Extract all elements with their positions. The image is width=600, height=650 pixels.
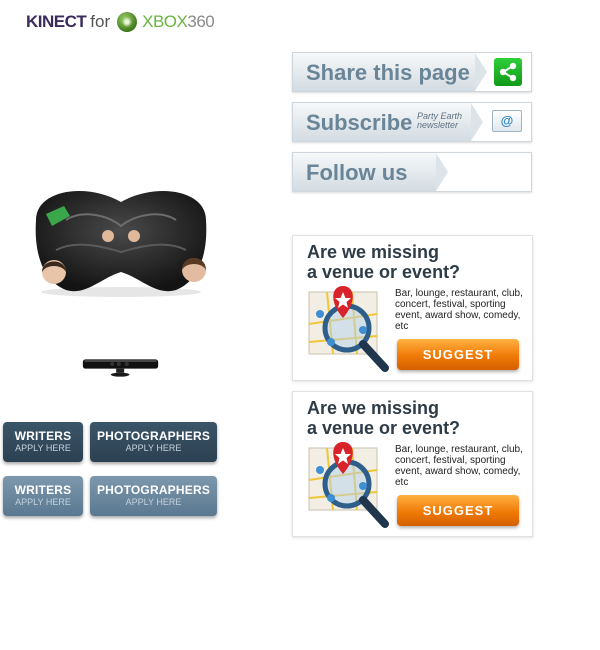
suggest-description: Bar, lounge, restaurant, club, concert, … xyxy=(395,288,523,332)
kinect-xbox-logo: KINECT for XBOX360 xyxy=(26,10,215,34)
share-tab: Share this page xyxy=(293,53,487,91)
kinect-brand-text: KINECT xyxy=(26,12,87,31)
photographers-apply-button[interactable]: PHOTOGRAPHERS APPLY HERE xyxy=(90,422,217,462)
photographers-subtitle: APPLY HERE xyxy=(125,497,182,507)
photographers-title: PHOTOGRAPHERS xyxy=(96,483,211,497)
share-glyph-icon xyxy=(499,62,517,82)
suggest-venue-box: Are we missing a venue or event? Bar, lou… xyxy=(292,391,533,537)
follow-us-bar[interactable]: Follow us xyxy=(292,152,532,192)
map-magnifier-icon xyxy=(308,442,389,528)
photographers-subtitle: APPLY HERE xyxy=(125,443,182,453)
at-sign-glyph: @ xyxy=(500,113,514,128)
xbox-orb-icon xyxy=(117,12,138,32)
xbox-text: XBOX360 xyxy=(142,12,215,31)
follow-tab: Follow us xyxy=(293,153,448,191)
suggest-title: Are we missing a venue or event? xyxy=(307,242,461,282)
follow-label: Follow us xyxy=(306,160,408,185)
map-magnifier-icon xyxy=(308,286,389,372)
kinect-sensor-illustration xyxy=(82,359,159,377)
writers-subtitle: APPLY HERE xyxy=(15,497,71,507)
writers-subtitle: APPLY HERE xyxy=(15,443,71,453)
share-label: Share this page xyxy=(306,60,470,85)
kinect-xbox-ad[interactable]: KINECT for XBOX360 xyxy=(0,0,240,400)
share-icon[interactable] xyxy=(494,58,522,86)
writers-title: WRITERS xyxy=(14,429,72,443)
photographers-apply-button-hover[interactable]: PHOTOGRAPHERS APPLY HERE xyxy=(90,476,217,516)
controller-people-illustration xyxy=(35,190,207,297)
writers-apply-button-hover[interactable]: WRITERS APPLY HERE xyxy=(3,476,83,516)
subscribe-bar[interactable]: Subscribe Party Earth newsletter @ xyxy=(292,102,532,142)
writers-title: WRITERS xyxy=(14,483,72,497)
suggest-button[interactable]: SUGGEST xyxy=(397,339,519,370)
suggest-venue-box: Are we missing a venue or event? Bar, lou… xyxy=(292,235,533,381)
photographers-title: PHOTOGRAPHERS xyxy=(96,429,211,443)
suggest-description: Bar, lounge, restaurant, club, concert, … xyxy=(395,444,523,488)
email-icon[interactable]: @ xyxy=(492,110,522,132)
share-this-page-bar[interactable]: Share this page xyxy=(292,52,532,92)
suggest-title: Are we missing a venue or event? xyxy=(307,398,461,438)
subscribe-tab: Subscribe Party Earth newsletter xyxy=(293,103,483,141)
subscribe-label: Subscribe xyxy=(306,110,413,135)
writers-apply-button[interactable]: WRITERS APPLY HERE xyxy=(3,422,83,462)
for-text: for xyxy=(90,12,111,31)
suggest-button[interactable]: SUGGEST xyxy=(397,495,519,526)
newsletter-label: Party Earth newsletter xyxy=(417,111,463,130)
